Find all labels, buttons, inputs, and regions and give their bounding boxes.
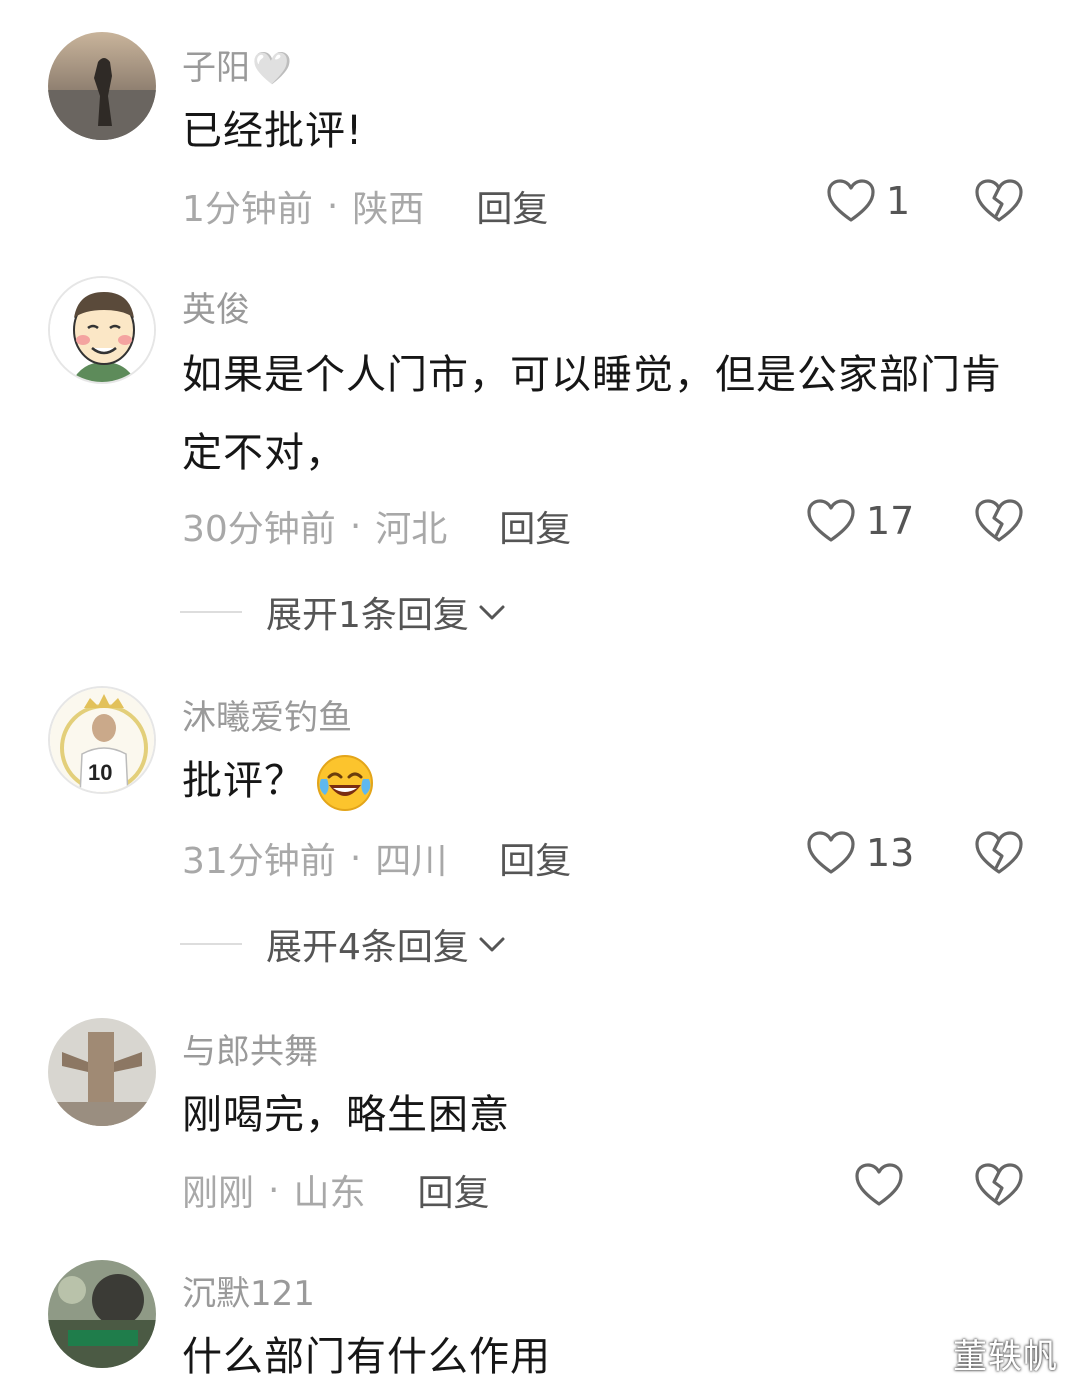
comment-text: 批评？ <box>182 742 1012 820</box>
white-heart-icon: 🤍 <box>252 49 292 87</box>
username[interactable]: 沐曦爱钓鱼 <box>182 690 352 739</box>
meta-separator: · <box>326 185 339 227</box>
broken-heart-icon <box>974 498 1024 544</box>
like-count: 13 <box>866 831 915 875</box>
divider-line <box>180 943 242 945</box>
laughing-crying-emoji <box>315 753 375 813</box>
like-button[interactable]: 1 <box>826 178 910 224</box>
chevron-down-icon <box>469 924 507 965</box>
comment-location: 四川 <box>375 841 448 882</box>
comment-meta: 刚刚 · 山东 回复 <box>182 1164 490 1216</box>
like-count: 1 <box>886 179 911 223</box>
comment-text: 什么部门有什么作用 <box>182 1334 551 1380</box>
comment-time: 刚刚 <box>182 1173 255 1214</box>
username[interactable]: 与郎共舞 <box>182 1024 318 1073</box>
heart-outline-icon <box>826 178 876 224</box>
chevron-down-icon <box>469 592 507 633</box>
comment-time: 1分钟前 <box>182 189 313 230</box>
dislike-button[interactable] <box>974 1162 1024 1208</box>
reply-button[interactable]: 回复 <box>499 500 571 552</box>
expand-replies-button[interactable]: 展开4条回复 <box>180 918 507 970</box>
avatar[interactable] <box>48 276 156 384</box>
comment-meta: 30分钟前 · 河北 回复 <box>182 500 571 552</box>
heart-outline-icon <box>854 1162 904 1208</box>
comment-location: 陕西 <box>352 189 425 230</box>
meta-separator: · <box>349 837 362 879</box>
watermark: 董轶帆 <box>953 1337 1058 1377</box>
dislike-button[interactable] <box>974 830 1024 876</box>
avatar[interactable] <box>48 32 156 140</box>
broken-heart-icon <box>974 1162 1024 1208</box>
svg-text:10: 10 <box>88 760 112 785</box>
reply-button[interactable]: 回复 <box>499 832 571 884</box>
like-button[interactable]: 17 <box>806 498 914 544</box>
dislike-button[interactable] <box>974 498 1024 544</box>
username[interactable]: 英俊 <box>182 282 250 331</box>
comment-meta: 1分钟前 · 陕西 回复 <box>182 180 548 232</box>
expand-replies-button[interactable]: 展开1条回复 <box>180 586 507 638</box>
meta-separator: · <box>268 1169 280 1211</box>
comment-location: 河北 <box>375 509 448 550</box>
like-button[interactable]: 13 <box>806 830 914 876</box>
username[interactable]: 子阳🤍 <box>182 40 292 89</box>
comment-meta: 31分钟前 · 四川 回复 <box>182 832 571 884</box>
avatar[interactable] <box>48 1018 156 1126</box>
username[interactable]: 沉默121 <box>182 1266 315 1315</box>
meta-separator: · <box>349 505 362 547</box>
broken-heart-icon <box>974 178 1024 224</box>
expand-replies-label: 展开4条回复 <box>266 927 469 968</box>
expand-replies-label: 展开1条回复 <box>266 595 469 636</box>
comment-time: 31分钟前 <box>182 841 336 882</box>
like-button[interactable] <box>854 1162 914 1208</box>
avatar[interactable]: 10 <box>48 686 156 794</box>
heart-outline-icon <box>806 498 856 544</box>
divider-line <box>180 611 242 613</box>
heart-outline-icon <box>806 830 856 876</box>
comment-text: 已经批评! <box>182 108 364 154</box>
avatar[interactable] <box>48 1260 156 1368</box>
comment-time: 30分钟前 <box>182 509 336 550</box>
reply-button[interactable]: 回复 <box>476 180 548 232</box>
comment-location: 山东 <box>293 1173 366 1214</box>
comment-text: 刚喝完，略生困意 <box>182 1092 510 1138</box>
broken-heart-icon <box>974 830 1024 876</box>
reply-button[interactable]: 回复 <box>417 1164 489 1216</box>
comment-text: 如果是个人门市，可以睡觉，但是公家部门肯定不对， <box>182 352 1002 476</box>
like-count: 17 <box>866 499 915 543</box>
dislike-button[interactable] <box>974 178 1024 224</box>
